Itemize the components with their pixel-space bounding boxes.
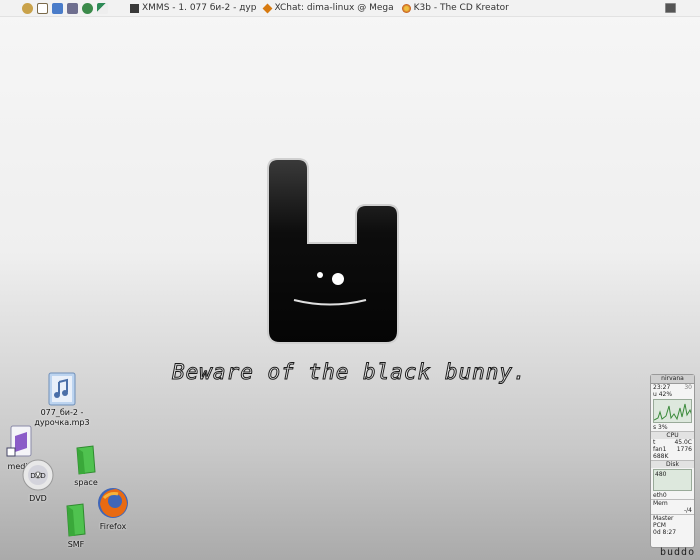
monitor-pcm-label: PCM bbox=[653, 522, 666, 529]
editor-icon[interactable] bbox=[97, 2, 108, 14]
monitor-mem-value-row: -/4 bbox=[651, 507, 694, 514]
k3b-icon bbox=[401, 3, 411, 13]
monitor-fan-row: fan1 1776 bbox=[651, 446, 694, 453]
xchat-icon bbox=[263, 3, 273, 13]
monitor-cpu-sys: s 3% bbox=[653, 424, 668, 431]
desktop-icon-smf[interactable]: SMF bbox=[60, 502, 92, 550]
monitor-cpu-user-row: u 42% bbox=[651, 391, 694, 398]
task-k3b[interactable]: K3b - The CD Kreator - Mo bbox=[401, 1, 509, 15]
disk-graph: 480 bbox=[653, 469, 692, 491]
green-folder-icon bbox=[66, 503, 86, 537]
launcher-group bbox=[22, 2, 108, 14]
monitor-net-label: eth0 bbox=[653, 492, 667, 499]
cpu-graph bbox=[653, 399, 692, 423]
monitor-net-row: eth0 bbox=[651, 492, 694, 499]
monitor-mem-value: -/4 bbox=[683, 507, 692, 514]
xmms-icon bbox=[130, 3, 139, 13]
monitor-mem-label: Mem bbox=[653, 500, 668, 507]
black-bunny-logo bbox=[267, 158, 399, 344]
task-xmms[interactable]: XMMS - 1. 077 би-2 - дур bbox=[130, 1, 256, 15]
audio-file-icon bbox=[48, 372, 76, 406]
desktop-icon-mp3-label: 077_би-2 - bbox=[40, 408, 84, 417]
media-folder-icon bbox=[6, 425, 32, 457]
monitor-disk-read: 688K bbox=[653, 453, 669, 460]
monitor-mem-row: Mem bbox=[651, 499, 694, 507]
monitor-cpu-section: CPU bbox=[651, 431, 694, 439]
home-icon[interactable] bbox=[37, 2, 48, 14]
terminal-icon[interactable] bbox=[67, 2, 78, 14]
monitor-fan-value: 1776 bbox=[676, 446, 692, 453]
green-folder-icon bbox=[76, 445, 96, 475]
monitor-fan-label: fan1 bbox=[653, 446, 667, 453]
desktop-icon-mp3[interactable]: 077_би-2 - дурочка.mp3 bbox=[32, 372, 92, 428]
desktop-icon-mp3-label-2: дурочка.mp3 bbox=[34, 418, 90, 427]
monitor-disk-section: Disk bbox=[651, 460, 694, 468]
monitor-time-row: 23:27 30 bbox=[651, 384, 694, 391]
monitor-temp-value: 45.0C bbox=[674, 439, 692, 446]
monitor-uptime-row: 0d 8:27 bbox=[651, 529, 694, 536]
wallpaper-slogan: Beware of the black bunny. bbox=[172, 360, 527, 385]
monitor-disk-write: 480 bbox=[655, 471, 667, 478]
desktop-icon-smf-label: SMF bbox=[67, 540, 85, 549]
dvd-icon: DVD bbox=[22, 459, 54, 491]
system-monitor: nirvana 23:27 30 u 42% s 3% CPU t 45.0C … bbox=[650, 374, 695, 548]
task-k3b-label: K3b - The CD Kreator - Mo bbox=[413, 3, 509, 13]
monitor-temp-label: t bbox=[653, 439, 656, 446]
monitor-temp-row: t 45.0C bbox=[651, 439, 694, 446]
monitor-cpu-sys-row: s 3% bbox=[651, 424, 694, 431]
monitor-master-label: Master bbox=[653, 515, 674, 522]
monitor-cpu-user: u 42% bbox=[653, 391, 673, 398]
browser-icon[interactable] bbox=[82, 2, 93, 14]
top-panel: XMMS - 1. 077 би-2 - дур XChat: dima-lin… bbox=[0, 0, 700, 17]
monitor-disk-read-row: 688K bbox=[651, 453, 694, 460]
monitor-master-row: Master bbox=[651, 514, 694, 522]
files-icon[interactable] bbox=[52, 2, 63, 14]
desktop-icon-space[interactable]: space bbox=[70, 444, 102, 488]
monitor-hostname: nirvana bbox=[651, 375, 694, 384]
desktop-icon-dvd-label: DVD bbox=[29, 494, 47, 503]
desktop-icon-dvd[interactable]: DVD DVD bbox=[20, 458, 56, 504]
desktop-icon-firefox[interactable]: Firefox bbox=[94, 486, 132, 532]
task-xchat-label: XChat: dima-linux @ Mega bbox=[274, 3, 394, 13]
task-xmms-label: XMMS - 1. 077 би-2 - дур bbox=[142, 3, 257, 13]
svg-text:DVD: DVD bbox=[30, 472, 45, 480]
desktop-icon-firefox-label: Firefox bbox=[99, 522, 127, 531]
brand-label: buddo bbox=[660, 547, 696, 558]
settings-icon[interactable] bbox=[22, 2, 33, 14]
monitor-pcm-row: PCM bbox=[651, 522, 694, 529]
firefox-icon bbox=[98, 488, 128, 518]
tray-icon[interactable] bbox=[665, 3, 676, 13]
monitor-time: 23:27 bbox=[653, 384, 671, 391]
monitor-uptime: 0d 8:27 bbox=[653, 529, 677, 536]
task-xchat[interactable]: XChat: dima-linux @ Mega bbox=[263, 1, 394, 15]
monitor-seconds: 30 bbox=[684, 384, 692, 391]
